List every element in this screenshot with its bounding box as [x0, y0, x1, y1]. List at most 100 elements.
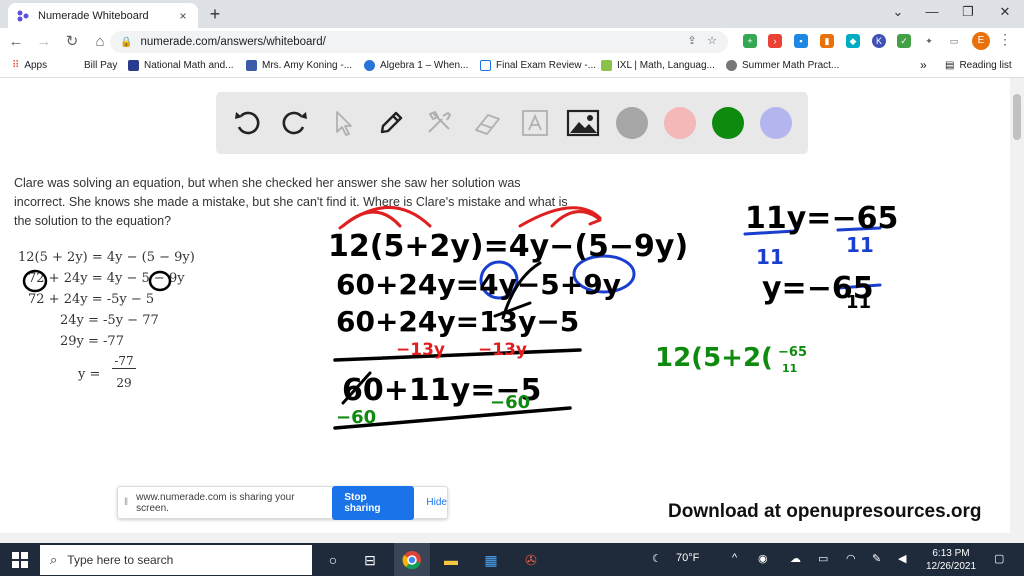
- extension-icon[interactable]: ◆: [846, 34, 860, 48]
- tray-chevron-icon[interactable]: ^: [732, 552, 737, 564]
- bookmark-label: Final Exam Review -...: [496, 60, 597, 71]
- bookmark-favicon-icon: [601, 60, 612, 71]
- search-icon: ⌕: [50, 552, 58, 567]
- svg-text:60+24y=4y−5+9y: 60+24y=4y−5+9y: [336, 268, 621, 301]
- windows-taskbar: ⌕ Type here to search ○ ⊟ ▬ ▦ ✇ ☾ 70°F ^…: [0, 543, 1024, 576]
- url-text: numerade.com/answers/whiteboard/: [140, 36, 326, 48]
- windows-start-icon[interactable]: [12, 552, 28, 568]
- weather-icon[interactable]: ☾: [652, 552, 662, 565]
- bookmark-favicon-icon: [480, 60, 491, 71]
- bookmark-label: National Math and...: [144, 60, 234, 71]
- svg-text:−60: −60: [490, 392, 530, 413]
- share-icon[interactable]: ⇪: [684, 34, 700, 47]
- widgets-icon[interactable]: ⊟: [360, 550, 380, 570]
- horizontal-scrollbar[interactable]: [0, 533, 1010, 543]
- volume-icon[interactable]: ◀: [898, 552, 906, 565]
- lock-icon: 🔒: [120, 36, 133, 48]
- bookmark-item[interactable]: National Math and...: [128, 60, 234, 71]
- taskbar-search[interactable]: ⌕ Type here to search: [40, 545, 312, 575]
- extension-icon[interactable]: ›: [768, 34, 782, 48]
- tray-app-icon[interactable]: ◉: [758, 552, 768, 565]
- bookmark-favicon-icon: [726, 60, 737, 71]
- bookmark-label: Mrs. Amy Koning -...: [262, 60, 353, 71]
- file-explorer-icon[interactable]: ▬: [441, 550, 461, 570]
- task-view-icon[interactable]: ○: [323, 550, 343, 570]
- whiteboard-ink: 12(5+2y)=4y−(5−9y) 60+24y=4y−5+9y 60+24y…: [22, 201, 898, 430]
- bookmark-item[interactable]: Bill Pay: [84, 60, 117, 71]
- extension-icon[interactable]: ▮: [820, 34, 834, 48]
- stop-sharing-button[interactable]: Stop sharing: [332, 485, 415, 520]
- system-clock[interactable]: 6:13 PM 12/26/2021: [916, 547, 986, 573]
- svg-text:−13y: −13y: [478, 340, 527, 360]
- store-icon[interactable]: ▦: [481, 550, 501, 570]
- reading-list-label: Reading list: [959, 60, 1012, 71]
- bookmark-label: Bill Pay: [84, 60, 118, 71]
- svg-text:−60: −60: [336, 407, 376, 428]
- back-icon[interactable]: ←: [4, 30, 28, 54]
- bookmark-star-icon[interactable]: ☆: [704, 34, 720, 47]
- bookmark-favicon-icon: [128, 60, 139, 71]
- reload-icon[interactable]: ↻: [60, 30, 84, 54]
- browser-tab[interactable]: Numerade Whiteboard ×: [8, 3, 198, 28]
- bookmark-label: IXL | Math, Languag...: [617, 60, 715, 71]
- extension-icon[interactable]: +: [743, 34, 757, 48]
- menu-icon[interactable]: ⋮: [998, 31, 1012, 48]
- onedrive-icon[interactable]: ☁: [790, 552, 801, 565]
- bookmark-item[interactable]: Final Exam Review -...: [480, 60, 596, 71]
- minimize-icon[interactable]: —: [922, 4, 942, 19]
- new-tab-button[interactable]: +: [205, 4, 225, 24]
- chrome-icon[interactable]: [402, 550, 422, 570]
- restore-icon[interactable]: ❐: [958, 4, 978, 20]
- cast-icon[interactable]: ▭: [947, 34, 961, 48]
- puzzle-icon[interactable]: ✦: [922, 34, 936, 48]
- extension-icon[interactable]: K: [872, 34, 886, 48]
- extension-icon[interactable]: ✓: [897, 34, 911, 48]
- profile-avatar[interactable]: E: [972, 32, 990, 50]
- app-icon[interactable]: ✇: [521, 550, 541, 570]
- numerade-logo-icon: [17, 10, 29, 21]
- tab-close-icon[interactable]: ×: [176, 9, 190, 23]
- clock-date: 12/26/2021: [925, 561, 977, 572]
- svg-text:12(5+2(: 12(5+2(: [655, 343, 773, 373]
- vertical-scrollbar[interactable]: [1010, 78, 1024, 543]
- svg-text:60+24y=13y−5: 60+24y=13y−5: [336, 305, 579, 338]
- close-window-icon[interactable]: ✕: [995, 4, 1015, 20]
- share-message: www.numerade.com is sharing your screen.: [136, 491, 295, 514]
- svg-text:11: 11: [846, 292, 871, 313]
- bookmark-item[interactable]: Algebra 1 – When...: [364, 60, 468, 71]
- hide-button[interactable]: Hide: [426, 497, 447, 508]
- screen-share-bar: ‖ www.numerade.com is sharing your scree…: [117, 485, 448, 520]
- forward-icon[interactable]: →: [32, 30, 56, 54]
- bookmark-item[interactable]: IXL | Math, Languag...: [601, 60, 715, 71]
- bookmarks-bar: ⠿ Apps Bill Pay National Math and... Mrs…: [0, 56, 1024, 78]
- svg-text:−13y: −13y: [396, 340, 445, 360]
- weather-temp[interactable]: 70°F: [676, 552, 699, 564]
- pen-tray-icon[interactable]: ✎: [872, 552, 881, 565]
- bookmark-item[interactable]: Mrs. Amy Koning -...: [246, 60, 352, 71]
- reading-list-button[interactable]: ▤ Reading list: [945, 60, 1012, 71]
- drag-handle-icon[interactable]: ‖: [124, 497, 128, 508]
- address-bar[interactable]: 🔒 numerade.com/answers/whiteboard/ ⇪ ☆: [110, 31, 728, 53]
- svg-text:11y=−65: 11y=−65: [745, 201, 898, 236]
- apps-grid-icon: ⠿: [12, 60, 20, 71]
- bookmark-item[interactable]: Summer Math Pract...: [726, 60, 839, 71]
- chevron-down-icon[interactable]: ⌄: [888, 4, 908, 20]
- bookmarks-overflow-icon[interactable]: »: [920, 58, 927, 72]
- svg-text:12(5+2y)=4y−(5−9y): 12(5+2y)=4y−(5−9y): [328, 229, 688, 264]
- clock-time: 6:13 PM: [932, 548, 970, 559]
- svg-text:11: 11: [782, 362, 797, 375]
- scroll-thumb[interactable]: [1013, 94, 1021, 140]
- bookmark-favicon-icon: [364, 60, 375, 71]
- tab-strip: Numerade Whiteboard × + ⌄ — ❐ ✕: [0, 0, 1024, 28]
- bookmark-favicon-icon: [246, 60, 257, 71]
- bookmark-label: Algebra 1 – When...: [380, 60, 469, 71]
- network-icon[interactable]: ◠: [846, 552, 856, 565]
- browser-toolbar: ← → ↻ ⌂ 🔒 numerade.com/answers/whiteboar…: [0, 28, 1024, 56]
- battery-icon[interactable]: ▭: [818, 552, 828, 565]
- extension-icon[interactable]: ▪: [794, 34, 808, 48]
- download-banner: Download at openupresources.org: [668, 501, 982, 522]
- bookmark-apps[interactable]: ⠿ Apps: [12, 60, 47, 71]
- home-icon[interactable]: ⌂: [88, 30, 112, 54]
- bookmark-label: Summer Math Pract...: [742, 60, 840, 71]
- notifications-icon[interactable]: ▢: [994, 552, 1004, 565]
